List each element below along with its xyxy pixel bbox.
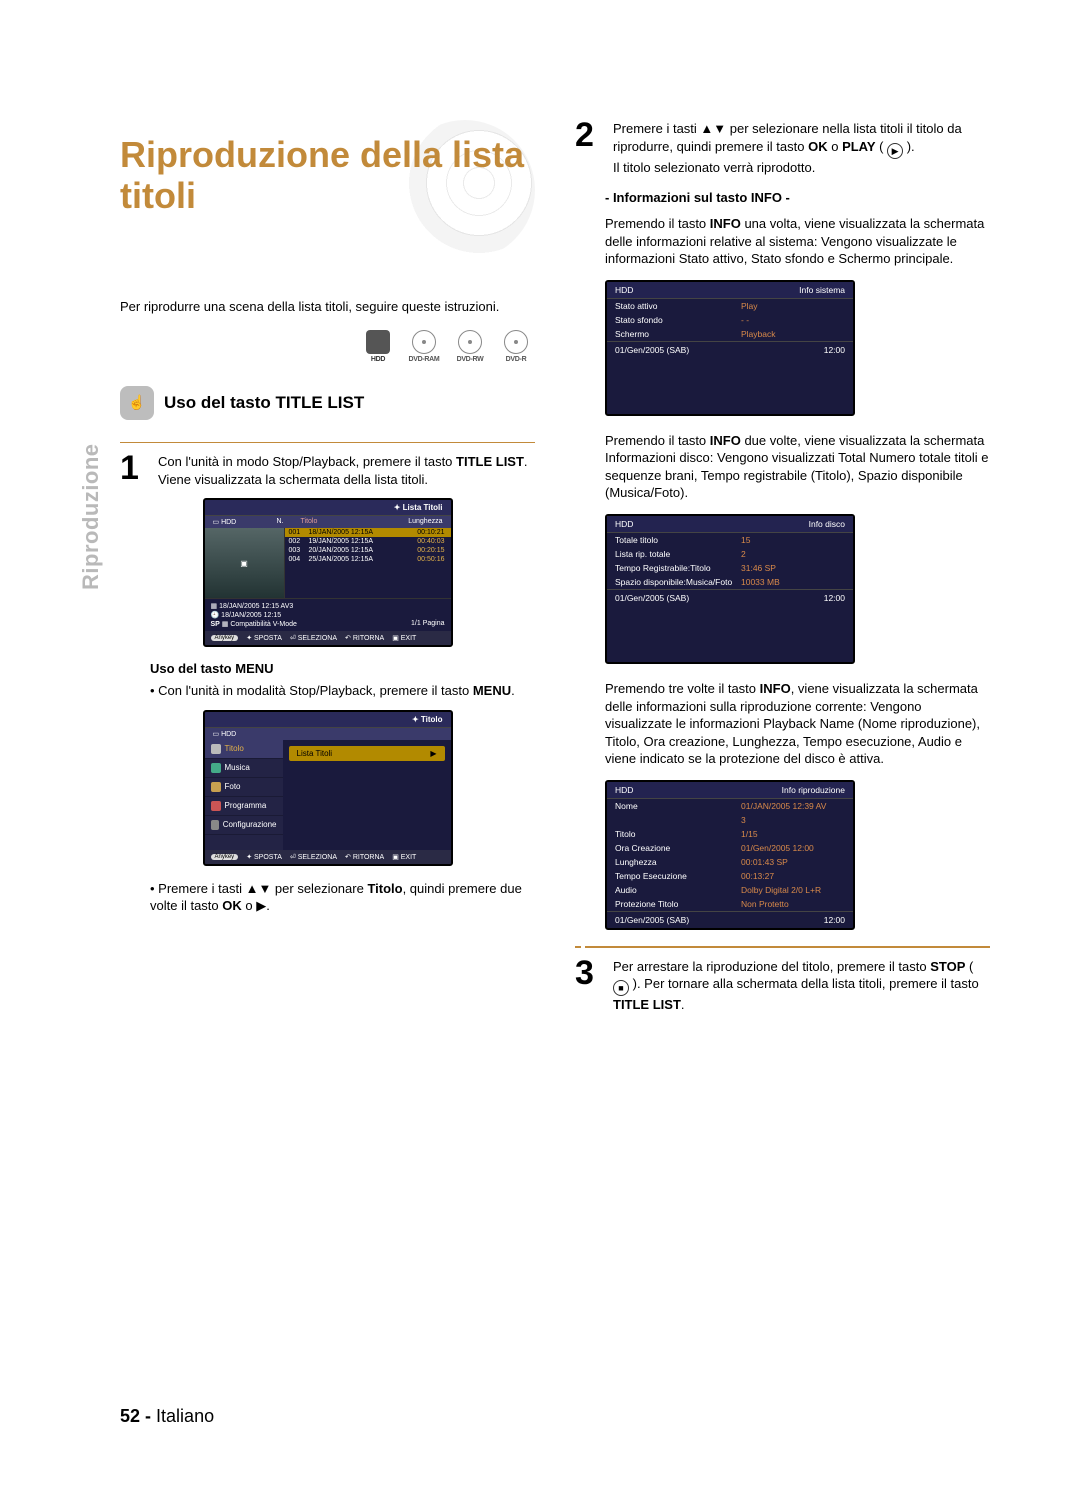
media-icon-dvd-r: DVD-R	[497, 330, 535, 364]
step-text: Con l'unità in modo Stop/Playback, preme…	[158, 453, 528, 488]
osd-row: 00320/JAN/2005 12:15A00:20:15	[285, 546, 451, 555]
step-text: Per arrestare la riproduzione del titolo…	[613, 958, 990, 1014]
info-para-3: Premendo tre volte il tasto INFO, viene …	[605, 680, 990, 768]
osd-menu-item: Configurazione	[205, 816, 283, 835]
step-3: 3 Per arrestare la riproduzione del tito…	[575, 958, 990, 1014]
media-icon-dvd-rw: DVD-RW	[451, 330, 489, 364]
osd-info-disc: HDDInfo disco Totale titolo15 Lista rip.…	[605, 514, 855, 664]
osd-title-list: ✦ Lista Titoli ▭ HDD N. Titolo Lunghezza…	[203, 498, 453, 647]
menu-bullet-2: • Premere i tasti ▲▼ per selezionare Tit…	[150, 880, 535, 915]
divider	[120, 442, 535, 444]
page-title: Riproduzione della lista titoli	[120, 120, 535, 217]
osd-menu: ✦ Titolo ▭ HDD Titolo Musica Foto Progra…	[203, 710, 453, 866]
menu-bullet-1: • Con l'unità in modalità Stop/Playback,…	[150, 682, 535, 700]
page-language: Italiano	[156, 1406, 214, 1426]
step-2: 2 Premere i tasti ▲▼ per selezionare nel…	[575, 120, 990, 176]
section-heading: Uso del tasto TITLE LIST	[164, 393, 364, 413]
osd-rows: 00118/JAN/2005 12:15A00:10:21 00219/JAN/…	[285, 528, 451, 598]
page-number: 52 -	[120, 1406, 151, 1426]
osd-menu-selected: Lista Titoli▶	[289, 746, 445, 761]
step-text: Premere i tasti ▲▼ per selezionare nella…	[613, 120, 990, 176]
right-column: 2 Premere i tasti ▲▼ per selezionare nel…	[575, 120, 990, 1024]
media-icon-hdd: HDD	[359, 330, 397, 364]
page-footer: 52 - Italiano	[120, 1406, 214, 1427]
intro-text: Per riprodurre una scena della lista tit…	[120, 298, 535, 316]
section-heading-row: ☝ Uso del tasto TITLE LIST	[120, 386, 535, 420]
page: Riproduzione Riproduzione della lista ti…	[0, 0, 1080, 1487]
info-para-1: Premendo il tasto INFO una volta, viene …	[605, 215, 990, 268]
osd-row: 00118/JAN/2005 12:15A00:10:21	[285, 528, 451, 537]
side-tab-label: Riproduzione	[78, 443, 104, 590]
step-number: 3	[575, 958, 603, 989]
info-heading: - Informazioni sul tasto INFO -	[605, 190, 990, 205]
divider	[575, 946, 990, 948]
media-icon-dvd-ram: DVD-RAM	[405, 330, 443, 364]
osd-info-system: HDDInfo sistema Stato attivoPlay Stato s…	[605, 280, 855, 416]
osd-menu-item: Musica	[205, 759, 283, 778]
osd-row: 00219/JAN/2005 12:15A00:40:03	[285, 537, 451, 546]
step-number: 1	[120, 453, 148, 484]
osd-row: 00425/JAN/2005 12:15A00:50:16	[285, 555, 451, 564]
osd-menu-item: Programma	[205, 797, 283, 816]
title-box: Riproduzione della lista titoli	[120, 120, 535, 280]
step-number: 2	[575, 120, 603, 151]
step-1: 1 Con l'unità in modo Stop/Playback, pre…	[120, 453, 535, 488]
info-para-2: Premendo il tasto INFO due volte, viene …	[605, 432, 990, 502]
stop-icon: ■	[613, 980, 629, 996]
media-icons-row: HDD DVD-RAM DVD-RW DVD-R	[120, 330, 535, 364]
osd-preview-thumb: ▣	[205, 528, 285, 598]
osd-menu-item: Foto	[205, 778, 283, 797]
play-icon: ▶	[887, 143, 903, 159]
osd-menu-item: Titolo	[205, 740, 283, 759]
remote-button-icon: ☝	[120, 386, 154, 420]
left-column: Riproduzione della lista titoli Per ripr…	[120, 120, 535, 1024]
osd-info-playback: HDDInfo riproduzione Nome01/JAN/2005 12:…	[605, 780, 855, 930]
menu-sub-heading: Uso del tasto MENU	[150, 661, 535, 676]
